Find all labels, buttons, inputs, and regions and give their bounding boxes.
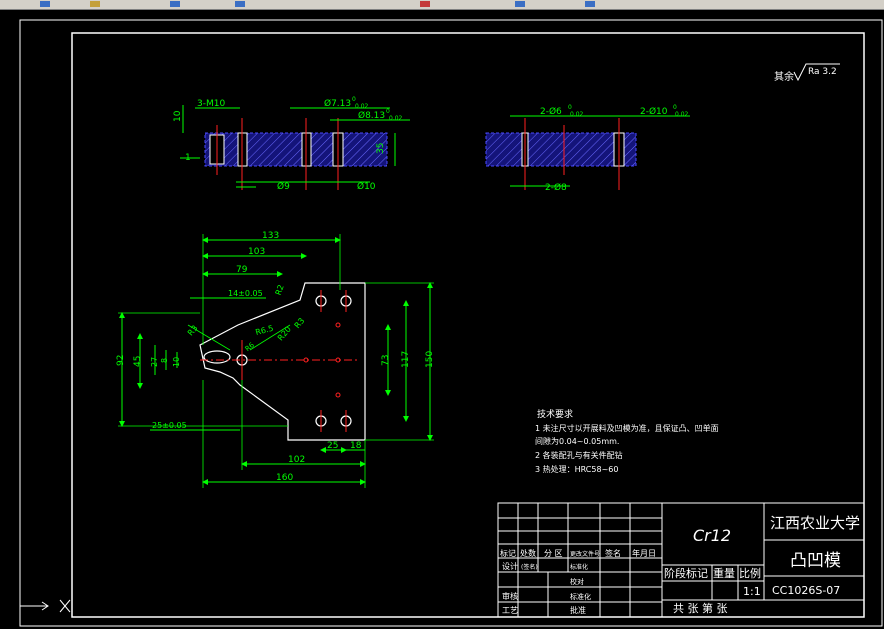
- tol-2d10: 0: [673, 104, 677, 111]
- sheet-count: 共 张 第 张: [673, 601, 728, 615]
- dim-2d8: 2-Ø8: [545, 182, 567, 193]
- standardize-label: 标准化: [570, 563, 588, 571]
- dim-d813: Ø8.13: [358, 110, 385, 121]
- roughness-label: 其余: [774, 70, 794, 83]
- plan-view[interactable]: 133 103 79 14±0.05 R2 R3 R6.5 R20 R3 R6 …: [116, 231, 435, 488]
- rate-label: 标准化: [570, 592, 591, 601]
- dim-14: 14±0.05: [228, 289, 263, 298]
- rev-label-5: 年月日: [632, 548, 656, 558]
- sheet-border-outer: [19, 19, 883, 627]
- tol-2d10-low: 0.02: [675, 111, 689, 118]
- dim-d9: Ø9: [277, 181, 290, 192]
- dim-r3b: R3: [293, 316, 307, 330]
- dim-150: 150: [425, 351, 435, 368]
- toolbar-button[interactable]: [420, 1, 430, 7]
- rev-label-2: 分 区: [544, 549, 563, 558]
- tol-d813: 0: [386, 108, 390, 115]
- tech-title: 技术要求: [537, 408, 573, 420]
- tol-d713: 0: [352, 96, 356, 103]
- dim-133: 133: [262, 231, 279, 241]
- dim-117: 117: [401, 351, 411, 368]
- design-sign: (签名): [521, 563, 538, 571]
- rev-label-1: 处数: [520, 548, 536, 558]
- tech-line1: 1 未注尺寸以开展料及凹模为准，且保证凸、凹单面: [535, 423, 719, 433]
- toolbar-button[interactable]: [585, 1, 595, 7]
- dim-27: 27: [150, 357, 159, 367]
- drawing-canvas[interactable]: 其余 Ra 3.2 3-M10 Ø7.13 0 0.02 Ø8.13 0 0.0…: [0, 9, 884, 629]
- part-name: 凸凹模: [790, 551, 841, 571]
- dim-18: 18: [350, 441, 362, 451]
- tol-2d6-low: 0.02: [570, 111, 584, 118]
- tech-line4: 3 热处理：HRC58~60: [535, 464, 618, 474]
- rev-label-4: 签名: [605, 548, 621, 558]
- audit-label: 审核: [502, 591, 518, 601]
- right-section-view[interactable]: 2-Ø6 0 0.02 2-Ø10 0 0.02 2-Ø8: [485, 104, 690, 193]
- school-name: 江西农业大学: [770, 514, 860, 532]
- scale: 1:1: [743, 585, 761, 598]
- ratio: 比例: [739, 566, 761, 580]
- dim-thread: 3-M10: [197, 99, 225, 109]
- dim-79: 79: [236, 265, 248, 275]
- roughness-value: Ra 3.2: [808, 67, 837, 77]
- top-section-view[interactable]: 3-M10 Ø7.13 0 0.02 Ø8.13 0 0.02 10 1 35 …: [173, 96, 410, 192]
- material: Cr12: [693, 526, 731, 545]
- tol-d713-low: 0.02: [355, 103, 369, 110]
- dim-8: 8: [160, 358, 169, 363]
- toolbar-button[interactable]: [235, 1, 245, 7]
- tol-2d6: 0: [568, 104, 572, 111]
- tech-line3: 2 各装配孔与有关件配钻: [535, 450, 623, 460]
- toolbar-button[interactable]: [515, 1, 525, 7]
- dim-10: 10: [172, 357, 181, 367]
- ucs-icon: [20, 599, 71, 613]
- drawing-number: CC1026S-07: [772, 584, 840, 597]
- dim-73: 73: [381, 355, 391, 366]
- dim-35: 35: [376, 143, 386, 154]
- dim-92: 92: [116, 355, 126, 366]
- dim-102: 102: [288, 455, 305, 465]
- stage-mark: 阶段标记: [664, 566, 708, 580]
- dim-2d6: 2-Ø6: [540, 106, 562, 117]
- dim-2d10: 2-Ø10: [640, 106, 668, 117]
- check-label: 校对: [570, 577, 584, 586]
- dim-r65: R6.5: [254, 324, 274, 337]
- toolbar-button[interactable]: [170, 1, 180, 7]
- toolbar-button[interactable]: [90, 1, 100, 7]
- toolbar-button[interactable]: [40, 1, 50, 7]
- rev-label-0: 标记: [500, 548, 516, 558]
- tol-d813-low: 0.02: [389, 115, 403, 122]
- dim-r2: R2: [274, 283, 286, 296]
- tech-line2: 间隙为0.04~0.05mm.: [535, 436, 619, 446]
- weight: 重量: [713, 566, 735, 580]
- design-label: 设计: [502, 561, 518, 571]
- dim-r20: R20: [276, 325, 293, 343]
- process-label: 工艺: [502, 606, 518, 615]
- dim-45: 45: [133, 356, 143, 367]
- technical-requirements: 技术要求 1 未注尺寸以开展料及凹模为准，且保证凸、凹单面 间隙为0.04~0.…: [535, 408, 719, 474]
- dim-25: 25±0.05: [152, 421, 187, 430]
- approve-label: 批准: [570, 605, 586, 615]
- dim-103: 103: [248, 247, 265, 257]
- dim-d713: Ø7.13: [324, 98, 351, 109]
- rev-label-3: 更改文件号: [570, 550, 600, 558]
- roughness-symbol: 其余 Ra 3.2: [774, 63, 840, 83]
- dim-1: 1: [185, 153, 191, 163]
- dim-160: 160: [276, 473, 293, 483]
- dim-25b: 25: [327, 441, 338, 451]
- dim-10-left: 10: [173, 110, 183, 122]
- dim-d10: Ø10: [357, 181, 376, 192]
